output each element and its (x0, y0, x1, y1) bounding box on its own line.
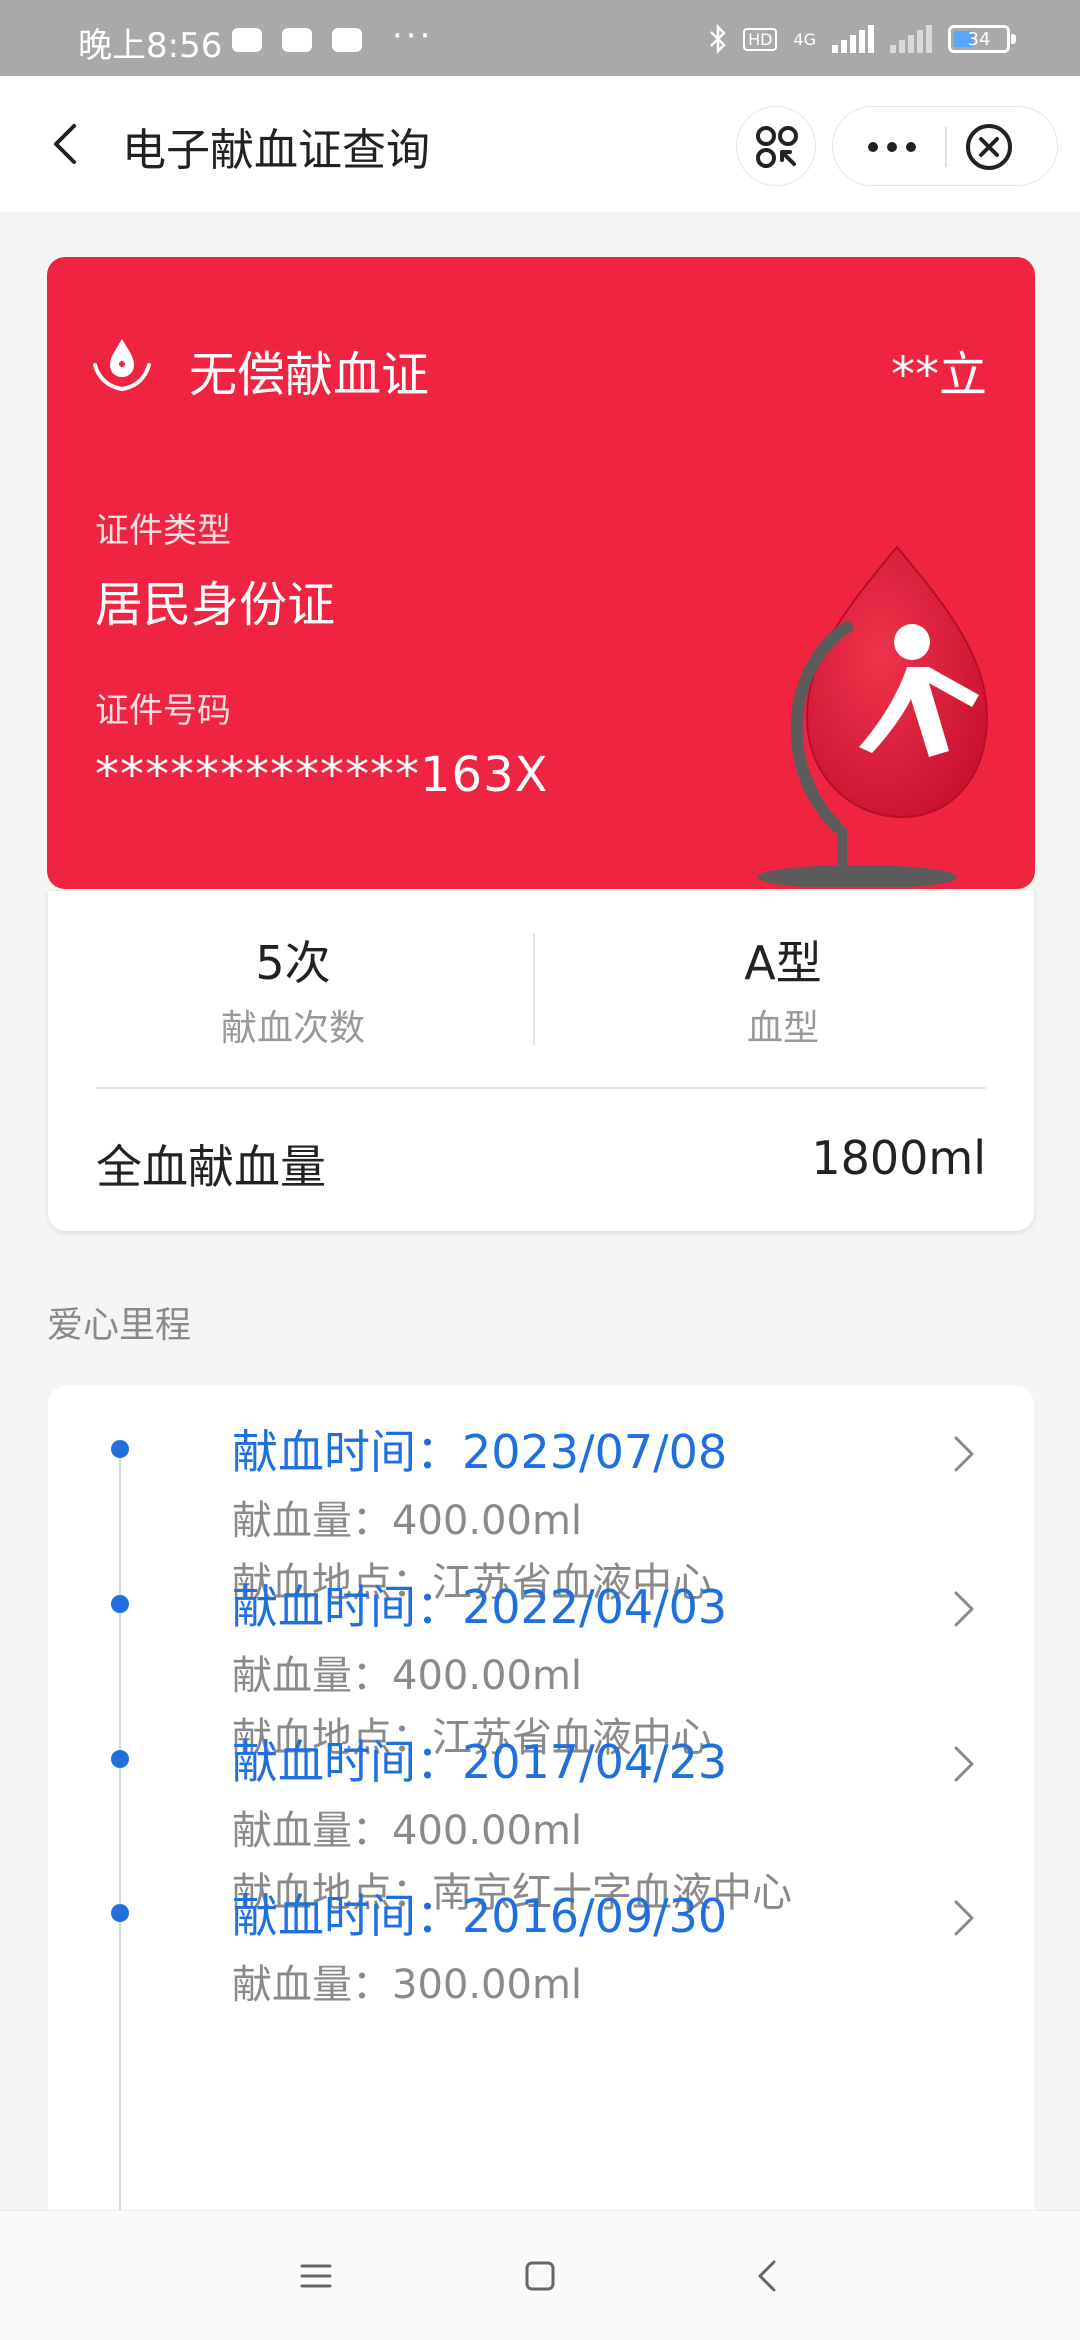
chevron-right-icon (954, 1436, 974, 1472)
donation-count-value: 5次 (255, 936, 331, 990)
blood-donation-emblem (757, 545, 989, 887)
timeline-dot (111, 1904, 129, 1922)
more-icon[interactable] (857, 125, 927, 169)
app-icon (332, 28, 362, 52)
scan-icon (756, 126, 798, 168)
blood-type-value: A型 (744, 936, 822, 990)
system-navigation-bar (0, 2210, 1080, 2340)
record-date: 献血时间：2016/09/30 (232, 1889, 728, 1943)
id-number-label: 证件号码 (95, 691, 231, 731)
signal-icon-secondary (890, 25, 932, 53)
card-title: 无偿献血证 (189, 347, 430, 403)
battery-icon: 34 (948, 25, 1016, 53)
close-icon[interactable] (963, 121, 1015, 173)
record-volume: 献血量：400.00ml (232, 1808, 583, 1854)
hd-badge: HD (743, 27, 778, 51)
whole-blood-label: 全血献血量 (96, 1140, 326, 1194)
bluetooth-icon (710, 24, 726, 54)
timeline-dot (111, 1440, 129, 1458)
donation-timeline: 献血时间：2023/07/08 献血量：400.00ml 献血地点：江苏省血液中… (48, 1386, 1034, 2246)
id-number-value: *************163X (95, 747, 549, 803)
chat-icon (282, 28, 312, 52)
stats-divider (96, 1087, 986, 1089)
chevron-right-icon (954, 1900, 974, 1936)
notification-icons (232, 28, 362, 52)
donation-count-label: 献血次数 (220, 1008, 365, 1049)
timeline-dot (111, 1750, 129, 1768)
nav-bar: 电子献血证查询 (0, 76, 1080, 212)
message-icon (232, 28, 262, 52)
system-back-icon[interactable] (748, 2256, 788, 2296)
record-date: 献血时间：2017/04/23 (232, 1735, 728, 1789)
status-right: HD 4G 34 (709, 24, 1016, 54)
timeline-dot (111, 1595, 129, 1613)
stat-divider (533, 933, 535, 1045)
donation-stats-card: 5次 献血次数 A型 血型 全血献血量 1800ml (48, 891, 1034, 1231)
chevron-right-icon (954, 1746, 974, 1782)
holder-name: **立 (890, 347, 987, 403)
record-date: 献血时间：2022/04/03 (232, 1580, 728, 1634)
back-icon[interactable] (36, 112, 96, 176)
status-time: 晚上8:56 (78, 26, 223, 66)
status-bar: 晚上8:56 ··· HD 4G 34 (0, 0, 1080, 76)
signal-icon (832, 25, 874, 53)
chevron-right-icon (954, 1591, 974, 1627)
blood-type-stat: A型 血型 (538, 927, 1028, 1051)
record-volume: 献血量：400.00ml (232, 1498, 583, 1544)
donation-certificate-card: 无偿献血证 **立 证件类型 居民身份证 证件号码 *************1… (47, 257, 1035, 889)
whole-blood-value: 1800ml (811, 1131, 986, 1185)
id-type-value: 居民身份证 (95, 577, 336, 633)
donation-count-stat: 5次 献血次数 (48, 927, 538, 1051)
network-label: 4G (793, 29, 816, 49)
more-notifications-icon: ··· (392, 16, 434, 56)
record-volume: 献血量：300.00ml (232, 1962, 583, 2008)
home-icon[interactable] (520, 2256, 560, 2296)
section-title: 爱心里程 (47, 1305, 192, 1346)
record-volume: 献血量：400.00ml (232, 1653, 583, 1699)
blood-drop-hands-icon (93, 339, 151, 392)
menu-icon[interactable] (296, 2256, 336, 2296)
id-type-label: 证件类型 (95, 511, 231, 551)
menu-capsule (832, 106, 1058, 186)
blood-type-label: 血型 (746, 1008, 819, 1049)
record-date: 献血时间：2023/07/08 (232, 1425, 728, 1479)
donation-record[interactable]: 献血时间：2016/09/30 献血量：300.00ml (48, 1880, 1034, 2110)
scan-button[interactable] (736, 106, 816, 186)
battery-percent: 34 (967, 28, 991, 50)
capsule-divider (945, 127, 947, 167)
page-title: 电子献血证查询 (122, 125, 430, 176)
